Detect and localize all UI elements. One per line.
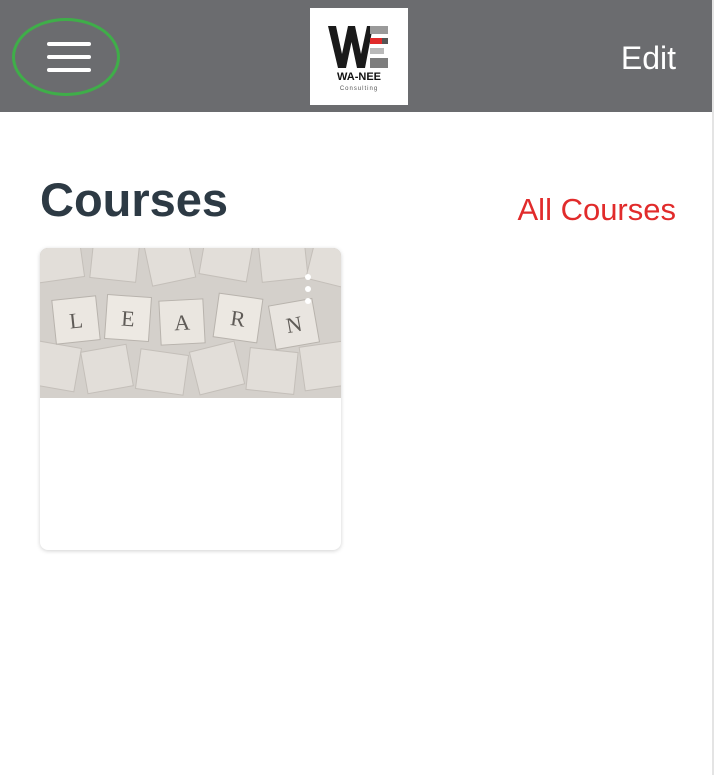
wanee-logo: WA-NEE Consulting	[310, 8, 408, 105]
scroll-divider	[712, 0, 728, 775]
svg-text:WA-NEE: WA-NEE	[337, 71, 381, 83]
hamburger-menu-icon[interactable]	[47, 39, 91, 75]
menu-button[interactable]	[12, 18, 120, 96]
svg-text:Consulting: Consulting	[340, 86, 378, 92]
page-title: Courses	[40, 173, 229, 226]
course-options-icon[interactable]	[301, 274, 315, 308]
course-image: L E A R N	[40, 248, 341, 398]
edit-button[interactable]: Edit	[621, 40, 676, 76]
top-navigation-bar: WA-NEE Consulting Edit	[0, 0, 712, 112]
course-card[interactable]: L E A R N	[40, 248, 341, 550]
all-courses-link[interactable]: All Courses	[518, 193, 677, 227]
